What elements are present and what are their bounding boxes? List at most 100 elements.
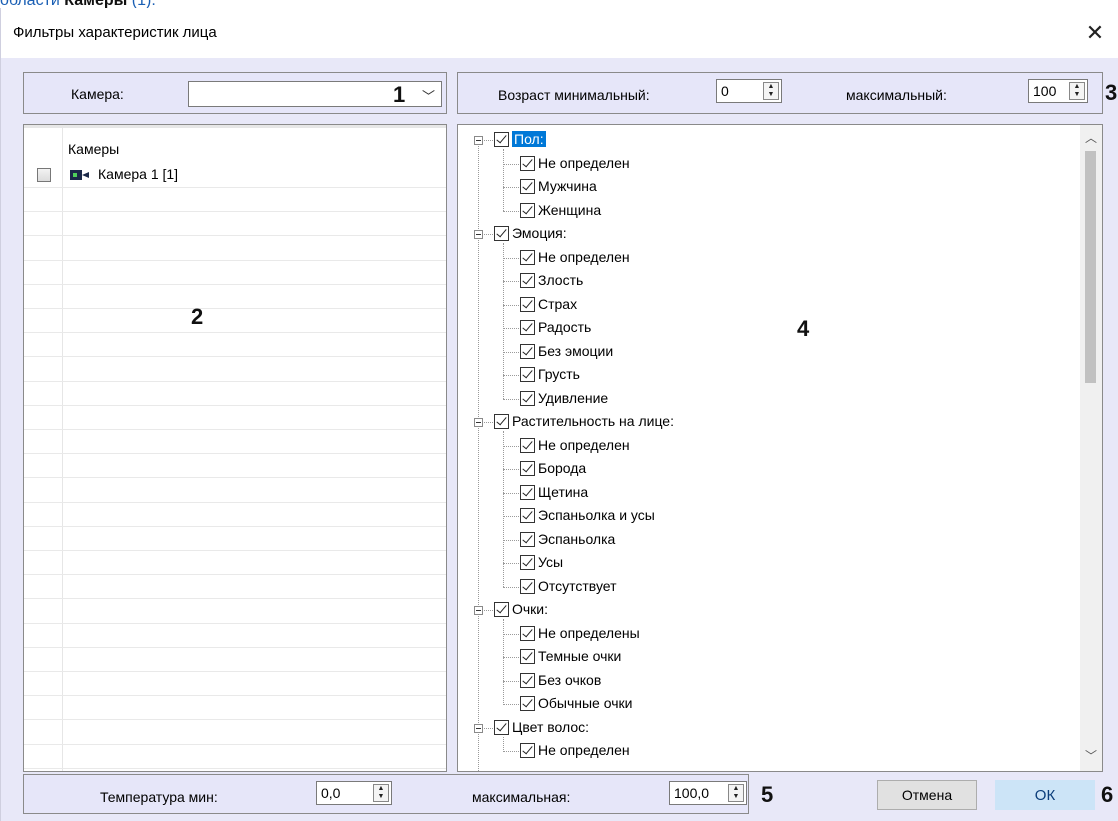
checkbox-icon[interactable] bbox=[494, 414, 509, 429]
tree-group-label: Очки: bbox=[512, 601, 549, 617]
close-icon[interactable]: ✕ bbox=[1078, 16, 1112, 50]
tree-item[interactable]: Эспаньолка и усы bbox=[458, 505, 1058, 528]
tree-item[interactable]: Эспаньолка bbox=[458, 529, 1058, 552]
checkbox-icon[interactable] bbox=[520, 297, 535, 312]
spinner-arrows-icon[interactable]: ▲ ▼ bbox=[373, 784, 389, 802]
checkbox-icon[interactable] bbox=[494, 720, 509, 735]
tree-item[interactable]: Удивление bbox=[458, 388, 1058, 411]
tree-item[interactable]: Без эмоции bbox=[458, 341, 1058, 364]
tree-item[interactable]: Не определен bbox=[458, 153, 1058, 176]
checkbox-icon[interactable] bbox=[494, 132, 509, 147]
checkbox-icon[interactable] bbox=[520, 391, 535, 406]
tree-item[interactable]: Без очков bbox=[458, 670, 1058, 693]
grid-line bbox=[24, 453, 446, 454]
age-min-label: Возраст минимальный: bbox=[498, 87, 650, 103]
scroll-down-icon[interactable]: ﹀ bbox=[1080, 747, 1102, 767]
ok-button[interactable]: ОК bbox=[995, 780, 1095, 810]
checkbox-icon[interactable] bbox=[520, 273, 535, 288]
tree-group-4[interactable]: Цвет волос: bbox=[458, 717, 1058, 740]
tree-item[interactable]: Мужчина bbox=[458, 176, 1058, 199]
checkbox-icon[interactable] bbox=[520, 485, 535, 500]
tree-item-label: Грусть bbox=[538, 366, 580, 382]
scroll-up-icon[interactable]: ︿ bbox=[1080, 129, 1102, 149]
checkbox-icon[interactable] bbox=[520, 156, 535, 171]
grid-line bbox=[24, 332, 446, 333]
tree-item-label: Не определен bbox=[538, 742, 630, 758]
grid-line bbox=[24, 647, 446, 648]
tree-item[interactable]: Злость bbox=[458, 270, 1058, 293]
checkbox-icon[interactable] bbox=[520, 367, 535, 382]
tree-item-label: Женщина bbox=[538, 202, 602, 218]
checkbox-icon[interactable] bbox=[494, 602, 509, 617]
tree-group-0[interactable]: Пол: bbox=[458, 129, 1058, 152]
tree-item[interactable]: Радость bbox=[458, 317, 1058, 340]
tree-item[interactable]: Отсутствует bbox=[458, 576, 1058, 599]
vertical-scrollbar[interactable]: ︿ ﹀ bbox=[1080, 125, 1102, 771]
tree-item-label: Эспаньолка bbox=[538, 531, 616, 547]
checkbox-icon[interactable] bbox=[520, 555, 535, 570]
callout-1: 1 bbox=[393, 82, 406, 107]
checkbox-icon[interactable] bbox=[520, 461, 535, 476]
tree-item[interactable]: Щетина bbox=[458, 482, 1058, 505]
tree-item[interactable]: Женщина bbox=[458, 200, 1058, 223]
checkbox-icon[interactable] bbox=[520, 743, 535, 758]
tree-item-label: Радость bbox=[538, 319, 592, 335]
checkbox-icon[interactable] bbox=[520, 344, 535, 359]
age-min-value: 0 bbox=[721, 83, 729, 99]
camera-list-row[interactable]: Камера 1 [1] bbox=[24, 163, 446, 187]
tree-item[interactable]: Грусть bbox=[458, 364, 1058, 387]
age-max-spinner[interactable]: 100 ▲ ▼ bbox=[1028, 79, 1088, 103]
tree-group-label: Цвет волос: bbox=[512, 719, 590, 735]
tree-item-label: Мужчина bbox=[538, 178, 597, 194]
spinner-arrows-icon[interactable]: ▲ ▼ bbox=[1069, 82, 1085, 100]
tree-item[interactable]: Не определен bbox=[458, 247, 1058, 270]
grid-line bbox=[24, 284, 446, 285]
tree-item[interactable]: Не определены bbox=[458, 623, 1058, 646]
camera-row-checkbox[interactable] bbox=[37, 168, 51, 182]
age-min-spinner[interactable]: 0 ▲ ▼ bbox=[716, 79, 782, 103]
checkbox-icon[interactable] bbox=[520, 626, 535, 641]
checkbox-icon[interactable] bbox=[520, 673, 535, 688]
tree-group-1[interactable]: Эмоция: bbox=[458, 223, 1058, 246]
camera-list-header: Камеры bbox=[68, 141, 120, 157]
checkbox-icon[interactable] bbox=[494, 226, 509, 241]
grid-line bbox=[24, 429, 446, 430]
checkbox-icon[interactable] bbox=[520, 579, 535, 594]
spinner-arrows-icon[interactable]: ▲ ▼ bbox=[728, 784, 744, 802]
tree-item-label: Не определен bbox=[538, 249, 630, 265]
tree-item[interactable]: Не определен bbox=[458, 435, 1058, 458]
tree-item[interactable]: Усы bbox=[458, 552, 1058, 575]
tree-item[interactable]: Страх bbox=[458, 294, 1058, 317]
tree-item[interactable]: Обычные очки bbox=[458, 693, 1058, 716]
tree-item[interactable]: Темные очки bbox=[458, 646, 1058, 669]
checkbox-icon[interactable] bbox=[520, 250, 535, 265]
tree-group-2[interactable]: Растительность на лице: bbox=[458, 411, 1058, 434]
checkbox-icon[interactable] bbox=[520, 508, 535, 523]
checkbox-icon[interactable] bbox=[520, 320, 535, 335]
checkbox-icon[interactable] bbox=[520, 696, 535, 711]
camera-label: Камера: bbox=[71, 86, 124, 102]
grid-line bbox=[24, 744, 446, 745]
tree-item[interactable]: Борода bbox=[458, 458, 1058, 481]
scroll-thumb[interactable] bbox=[1085, 151, 1096, 383]
checkbox-icon[interactable] bbox=[520, 649, 535, 664]
checkbox-icon[interactable] bbox=[520, 532, 535, 547]
checkbox-icon[interactable] bbox=[520, 203, 535, 218]
tree-item-label: Страх bbox=[538, 296, 578, 312]
grid-line bbox=[24, 405, 446, 406]
grid-line bbox=[24, 719, 446, 720]
grid-line bbox=[24, 768, 446, 769]
tree-item[interactable]: Не определен bbox=[458, 740, 1058, 763]
temperature-min-value: 0,0 bbox=[321, 785, 341, 801]
spinner-arrows-icon[interactable]: ▲ ▼ bbox=[763, 82, 779, 100]
checkbox-icon[interactable] bbox=[520, 179, 535, 194]
chevron-down-icon[interactable]: ﹀ bbox=[422, 86, 435, 105]
tree-group-3[interactable]: Очки: bbox=[458, 599, 1058, 622]
temperature-max-spinner[interactable]: 100,0 ▲ ▼ bbox=[669, 781, 747, 805]
checkbox-icon[interactable] bbox=[520, 438, 535, 453]
temperature-min-spinner[interactable]: 0,0 ▲ ▼ bbox=[316, 781, 392, 805]
cancel-button[interactable]: Отмена bbox=[877, 780, 977, 810]
callout-2: 2 bbox=[191, 304, 204, 329]
age-group: Возраст минимальный: 0 ▲ ▼ максимальный: … bbox=[457, 72, 1103, 114]
tree-item-label: Без очков bbox=[538, 672, 602, 688]
